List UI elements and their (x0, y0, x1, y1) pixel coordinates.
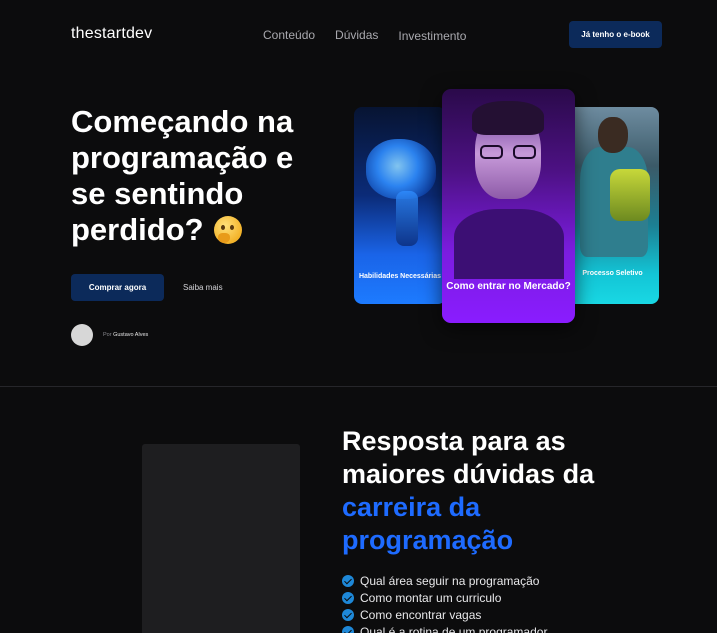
section-image-placeholder (142, 444, 300, 633)
list-item: Como montar um curriculo (342, 589, 547, 606)
check-circle-icon (342, 591, 354, 604)
card-habilidades: Habilidades Necessárias (354, 107, 446, 304)
nav-link-investimento[interactable]: Investimento (398, 29, 466, 43)
list-item: Qual área seguir na programação (342, 572, 547, 589)
card-label: Como entrar no Mercado? (446, 281, 571, 292)
hair-image (472, 101, 544, 135)
section-title-accent: carreira da programação (342, 492, 514, 555)
check-circle-icon (342, 625, 354, 633)
list-item: Qual é a rotina de um programador (342, 623, 547, 633)
nav-link-duvidas[interactable]: Dúvidas (335, 28, 378, 43)
card-mercado: Como entrar no Mercado? (442, 89, 575, 323)
already-have-ebook-button[interactable]: Já tenho o e-book (569, 21, 662, 48)
list-item-text: Qual área seguir na programação (360, 573, 540, 588)
author-byline: Por Gustavo Alves (71, 324, 148, 346)
top-nav: thestartdev Conteúdo Dúvidas Investiment… (0, 0, 717, 70)
list-item: Como encontrar vagas (342, 606, 547, 623)
check-circle-icon (342, 574, 354, 587)
neon-brain-image (366, 139, 436, 199)
benefit-list: Qual área seguir na programação Como mon… (342, 572, 547, 633)
card-processo-seletivo: Processo Seletivo (566, 107, 659, 304)
hero-title-text: Começando na programação e se sentindo p… (71, 104, 294, 247)
nav-links: Conteúdo Dúvidas Investimento (263, 28, 486, 43)
learn-more-link[interactable]: Saiba mais (183, 283, 223, 292)
section-title-main: Resposta para as maiores dúvidas da (342, 426, 595, 489)
author-prefix: Por (103, 332, 112, 338)
brain-stem-image (396, 191, 418, 246)
thinking-face-icon (214, 216, 243, 244)
student-head-image (598, 117, 628, 153)
card-label: Habilidades Necessárias (358, 273, 442, 280)
author-text: Por Gustavo Alves (103, 332, 148, 338)
check-circle-icon (342, 608, 354, 621)
list-item-text: Qual é a rotina de um programador (360, 624, 548, 633)
logo[interactable]: thestartdev (71, 25, 152, 43)
author-name: Gustavo Alves (113, 332, 149, 338)
list-item-text: Como montar um curriculo (360, 590, 502, 605)
section-divider (0, 386, 717, 387)
hero-title: Começando na programação e se sentindo p… (71, 104, 331, 248)
buy-now-button[interactable]: Comprar agora (71, 274, 164, 301)
backpack-image (610, 169, 650, 221)
avatar (71, 324, 93, 346)
nav-link-conteudo[interactable]: Conteúdo (263, 28, 315, 43)
card-label: Processo Seletivo (582, 270, 643, 277)
shirt-image (454, 209, 564, 279)
list-item-text: Como encontrar vagas (360, 607, 482, 622)
glasses-icon (480, 145, 536, 159)
section-title: Resposta para as maiores dúvidas da carr… (342, 425, 642, 557)
